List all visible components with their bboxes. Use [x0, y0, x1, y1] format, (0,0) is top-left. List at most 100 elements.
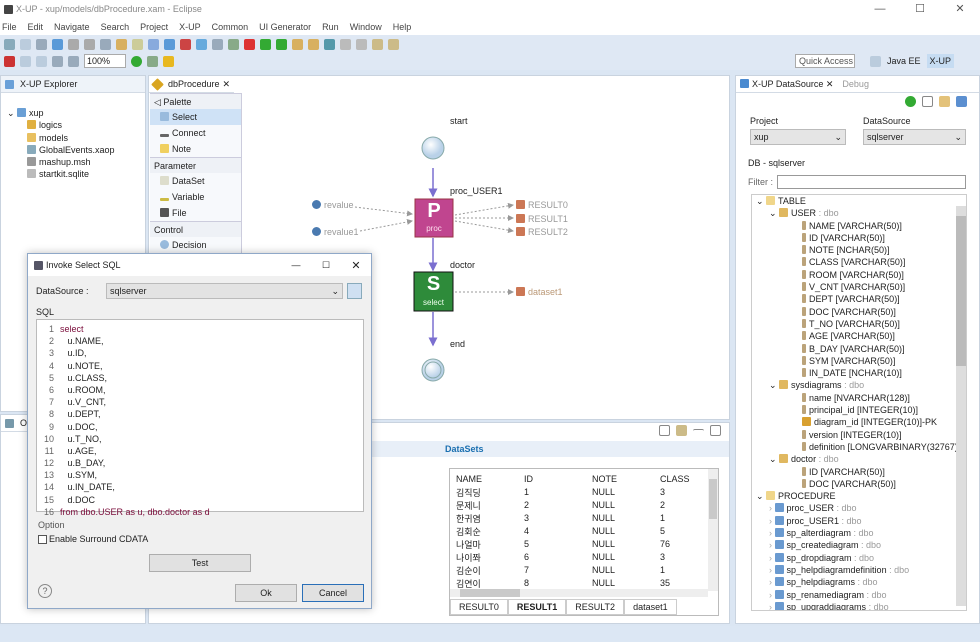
- tree-node-proc[interactable]: › sp_alterdiagram : dbo: [756, 527, 966, 539]
- editor-tab[interactable]: dbProcedure ✕: [149, 76, 234, 93]
- output-result0[interactable]: RESULT0: [516, 199, 568, 213]
- expand-chevron-icon[interactable]: ›: [769, 577, 775, 587]
- table-row[interactable]: 김회순 4 NULL 5: [450, 525, 704, 538]
- expand-chevron-icon[interactable]: ›: [769, 602, 775, 610]
- column-header[interactable]: NOTE: [586, 473, 654, 486]
- dataset-tab-result1[interactable]: RESULT1: [507, 599, 567, 615]
- column-header[interactable]: ID: [518, 473, 586, 486]
- delete-icon[interactable]: [4, 55, 15, 67]
- tree-node-col[interactable]: principal_id [INTEGER(10)]: [756, 404, 966, 416]
- toolbar-button-icon[interactable]: [148, 38, 159, 50]
- test-button[interactable]: Test: [149, 554, 251, 572]
- open-perspective-icon[interactable]: [870, 56, 881, 67]
- help-icon[interactable]: ?: [38, 584, 52, 598]
- toolbar-button-icon[interactable]: [324, 38, 335, 50]
- dialog-datasource-select[interactable]: sqlserver ⌄: [106, 283, 343, 299]
- horizontal-scrollbar[interactable]: [450, 589, 708, 597]
- maximize-button[interactable]: ☐: [900, 0, 940, 18]
- table-row[interactable]: 김직딩 1 NULL 3: [450, 486, 704, 499]
- perspective-xup[interactable]: X-UP: [926, 54, 955, 68]
- minimize-icon[interactable]: [693, 429, 704, 433]
- output-result2[interactable]: RESULT2: [516, 226, 568, 240]
- cdata-checkbox[interactable]: [38, 534, 47, 544]
- toolbar-button-icon[interactable]: [244, 38, 255, 50]
- cancel-button[interactable]: Cancel: [302, 584, 364, 602]
- warning-icon[interactable]: [163, 55, 174, 67]
- toolbar-button-icon[interactable]: [4, 38, 15, 50]
- output-result1[interactable]: RESULT1: [516, 213, 568, 227]
- zoom-in-icon[interactable]: [52, 55, 63, 67]
- tree-node-table[interactable]: ⌄ sysdiagrams : dbo: [756, 379, 966, 391]
- perspective-java-ee[interactable]: Java EE: [887, 54, 921, 68]
- tree-node-folder[interactable]: ⌄ PROCEDURE: [756, 490, 966, 502]
- toolbar-button-icon[interactable]: [388, 38, 399, 50]
- refresh-icon[interactable]: [905, 96, 916, 107]
- palette-group-parameter[interactable]: Parameter: [150, 157, 241, 173]
- palette-note[interactable]: Note: [150, 141, 241, 157]
- tree-node-col[interactable]: T_NO [VARCHAR(50)]: [756, 318, 966, 330]
- toolbar-button-icon[interactable]: [212, 38, 223, 50]
- chart-icon[interactable]: [676, 425, 687, 436]
- run-icon[interactable]: [131, 55, 142, 67]
- toolbar-button-icon[interactable]: [52, 38, 63, 50]
- menu-x-up[interactable]: X-UP: [179, 22, 201, 32]
- zoom-select[interactable]: 100%: [84, 54, 126, 68]
- ok-button[interactable]: Ok: [235, 584, 297, 602]
- column-header[interactable]: CLASS: [654, 473, 704, 486]
- tree-node-proc[interactable]: › proc_USER1 : dbo: [756, 515, 966, 527]
- tree-item-mashup[interactable]: mashup.msh: [7, 156, 145, 168]
- tree-node-proc[interactable]: › sp_renamediagram : dbo: [756, 589, 966, 601]
- expand-chevron-icon[interactable]: ›: [769, 565, 775, 575]
- tree-node-col[interactable]: ID [VARCHAR(50)]: [756, 466, 966, 478]
- tree-node-folder[interactable]: ⌄ TABLE: [756, 195, 966, 207]
- menu-window[interactable]: Window: [350, 22, 382, 32]
- menu-run[interactable]: Run: [322, 22, 339, 32]
- menu-project[interactable]: Project: [140, 22, 168, 32]
- datasource-info-button[interactable]: [347, 283, 362, 299]
- tree-node-col[interactable]: AGE [VARCHAR(50)]: [756, 330, 966, 342]
- toolbar-button-icon[interactable]: [100, 38, 111, 50]
- table-row[interactable]: 나얼마 5 NULL 76: [450, 538, 704, 551]
- tree-node-col[interactable]: version [INTEGER(10)]: [756, 429, 966, 441]
- zoom-out-icon[interactable]: [68, 55, 79, 67]
- expand-chevron-icon[interactable]: ⌄: [769, 454, 779, 464]
- tree-node-col[interactable]: B_DAY [VARCHAR(50)]: [756, 343, 966, 355]
- forward-icon[interactable]: [36, 55, 47, 67]
- tree-node-pk[interactable]: diagram_id [INTEGER(10)]-PK: [756, 416, 966, 428]
- menu-search[interactable]: Search: [101, 22, 130, 32]
- dataset-tab-dataset1[interactable]: dataset1: [624, 599, 677, 615]
- tree-scrollbar[interactable]: [956, 206, 966, 606]
- menu-navigate[interactable]: Navigate: [54, 22, 90, 32]
- palette-file[interactable]: File: [150, 205, 241, 221]
- tree-item-models[interactable]: models: [7, 132, 145, 144]
- datasource-tab[interactable]: X-UP DataSource ✕: [740, 78, 833, 90]
- tree-node-proc[interactable]: › proc_USER : dbo: [756, 502, 966, 514]
- table-row[interactable]: 문제니 2 NULL 2: [450, 499, 704, 512]
- info-icon[interactable]: [956, 96, 967, 107]
- tree-item-logics[interactable]: logics: [7, 119, 145, 131]
- tree-item-startkit[interactable]: startkit.sqlite: [7, 168, 145, 180]
- tree-node-proc[interactable]: › sp_creatediagram : dbo: [756, 539, 966, 551]
- menu-edit[interactable]: Edit: [28, 22, 44, 32]
- dialog-close[interactable]: ✕: [341, 259, 371, 272]
- tree-node-col[interactable]: CLASS [VARCHAR(50)]: [756, 256, 966, 268]
- output-dataset1[interactable]: dataset1: [516, 287, 563, 297]
- toolbar-button-icon[interactable]: [340, 38, 351, 50]
- explorer-tab[interactable]: X-UP Explorer: [1, 76, 145, 93]
- back-icon[interactable]: [20, 55, 31, 67]
- toolbar-button-icon[interactable]: [164, 38, 175, 50]
- toolbar-button-icon[interactable]: [180, 38, 191, 50]
- tree-node-col[interactable]: name [NVARCHAR(128)]: [756, 392, 966, 404]
- tree-node-proc[interactable]: › sp_helpdiagrams : dbo: [756, 576, 966, 588]
- tree-node-col[interactable]: DOC [VARCHAR(50)]: [756, 306, 966, 318]
- palette-dataset[interactable]: DataSet: [150, 173, 241, 189]
- dialog-maximize[interactable]: ☐: [311, 260, 341, 271]
- collapse-icon[interactable]: [922, 96, 933, 107]
- column-header[interactable]: NAME: [450, 473, 518, 486]
- tree-node-col[interactable]: IN_DATE [NCHAR(10)]: [756, 367, 966, 379]
- toolbar-button-icon[interactable]: [84, 38, 95, 50]
- view-icon[interactable]: [659, 425, 670, 436]
- dialog-minimize[interactable]: —: [281, 260, 311, 270]
- expand-chevron-icon[interactable]: ›: [769, 503, 775, 513]
- tree-node-col[interactable]: DEPT [VARCHAR(50)]: [756, 293, 966, 305]
